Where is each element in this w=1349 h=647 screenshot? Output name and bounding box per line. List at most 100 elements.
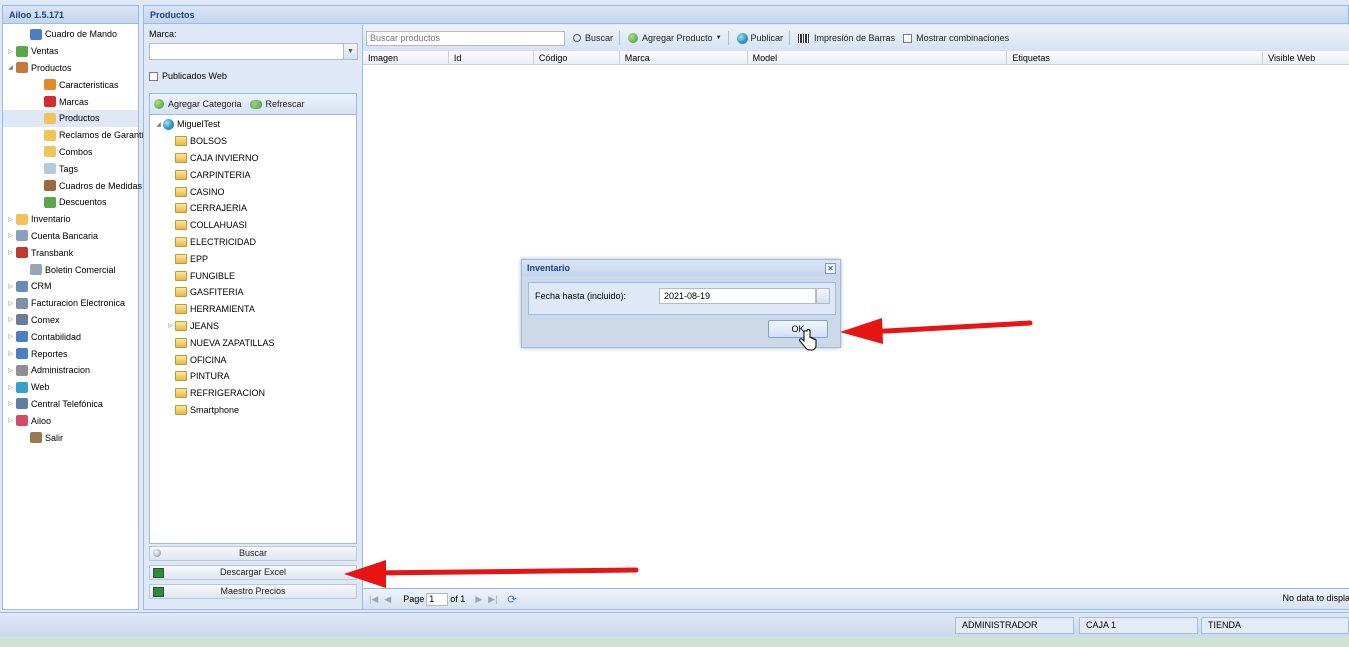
column-header-visible-web[interactable]: Visible Web [1263, 51, 1349, 64]
category-item[interactable]: CERRAJERIA [150, 200, 356, 217]
descargar-excel-button[interactable]: Descargar Excel [149, 565, 357, 580]
next-page-icon[interactable]: ▶ [475, 594, 482, 605]
column-header-imagen[interactable]: Imagen [363, 51, 449, 64]
chevron-down-icon[interactable]: ▼ [343, 44, 357, 59]
nav-item-combos[interactable]: Combos [3, 144, 138, 161]
nav-item-productos[interactable]: Productos [3, 109, 138, 127]
expand-toggle-icon[interactable]: ▷ [166, 322, 175, 329]
calendar-icon[interactable] [816, 288, 830, 304]
column-header-codigo[interactable]: Código [534, 51, 620, 64]
buscar-button[interactable]: Buscar [149, 546, 357, 561]
ok-button[interactable]: OK [768, 320, 828, 338]
expand-toggle-icon[interactable]: ▷ [6, 400, 15, 407]
expand-toggle-icon[interactable]: ▷ [6, 300, 15, 307]
category-item[interactable]: Smartphone [150, 402, 356, 419]
nav-item-ailoo[interactable]: ▷ Ailoo [3, 412, 138, 429]
fecha-hasta-input[interactable]: 2021-08-19 [659, 288, 816, 304]
expand-toggle-icon[interactable]: ◢ [154, 121, 163, 128]
expand-toggle-icon[interactable]: ▷ [6, 232, 15, 239]
expand-toggle-icon[interactable]: ▷ [6, 48, 15, 55]
nav-item-boletin-comercial[interactable]: Boletin Comercial [3, 261, 138, 278]
expand-toggle-icon[interactable]: ▷ [6, 417, 15, 424]
expand-toggle-icon[interactable]: ▷ [6, 283, 15, 290]
nav-item-tags[interactable]: Tags [3, 160, 138, 177]
last-page-icon[interactable]: ▶| [488, 594, 497, 605]
nav-item-web[interactable]: ▷ Web [3, 379, 138, 396]
search-input[interactable] [366, 30, 565, 46]
category-label: JEANS [190, 320, 220, 331]
category-item[interactable]: CARPINTERIA [150, 166, 356, 183]
category-item[interactable]: ELECTRICIDAD [150, 234, 356, 251]
category-item[interactable]: EPP [150, 250, 356, 267]
nav-item-reclamos-de-garant-a[interactable]: Reclamos de Garantía [3, 127, 149, 144]
publicados-web-row[interactable]: Publicados Web [149, 71, 227, 82]
search-icon [153, 549, 161, 557]
column-header-id[interactable]: Id [449, 51, 534, 64]
expand-toggle-icon[interactable]: ◢ [6, 64, 15, 71]
nav-item-label: Reclamos de Garantía [59, 130, 150, 141]
refresh-icon[interactable]: ⟳ [507, 593, 516, 606]
nav-item-comex[interactable]: ▷ Comex [3, 312, 138, 329]
category-root[interactable]: ◢ MiguelTest [150, 116, 356, 133]
nav-item-label: Administracion [31, 365, 91, 376]
column-header-etiquetas[interactable]: Etiquetas [1007, 51, 1264, 64]
nav-item-inventario[interactable]: ▷ Inventario [3, 211, 138, 228]
nav-item-cuadro-de-mando[interactable]: Cuadro de Mando [3, 26, 138, 43]
refresh-button[interactable]: Refrescar [249, 99, 305, 109]
first-page-icon[interactable]: |◀ [369, 594, 378, 605]
nav-item-crm[interactable]: ▷ CRM [3, 278, 138, 295]
nav-item-contabilidad[interactable]: ▷ Contabilidad [3, 328, 138, 345]
close-icon[interactable]: ✕ [825, 263, 836, 274]
nav-item-administracion[interactable]: ▷ Administracion [3, 362, 138, 379]
add-product-button[interactable]: Agregar Producto ▼ [628, 33, 722, 43]
nav-item-productos[interactable]: ◢ Productos [3, 60, 138, 77]
category-item[interactable]: OFICINA [150, 351, 356, 368]
category-item[interactable]: PINTURA [150, 368, 356, 385]
expand-toggle-icon[interactable]: ▷ [6, 216, 15, 223]
mostrar-combinaciones-row[interactable]: Mostrar combinaciones [903, 33, 1009, 43]
add-category-button[interactable]: Agregar Categoria [154, 99, 242, 109]
category-item[interactable]: HERRAMIENTA [150, 301, 356, 318]
maestro-precios-button[interactable]: Maestro Precios [149, 584, 357, 599]
folder-icon [44, 129, 56, 141]
nav-item-caracteristicas[interactable]: Caracteristicas [3, 76, 138, 93]
nav-item-salir[interactable]: Salir [3, 429, 138, 446]
nav-item-label: Central Telefónica [31, 398, 103, 409]
nav-item-facturacion-electronica[interactable]: ▷ Facturacion Electronica [3, 295, 138, 312]
expand-toggle-icon[interactable]: ▷ [6, 350, 15, 357]
impresion-barras-button[interactable]: Impresión de Barras [798, 33, 895, 43]
publicar-button[interactable]: Publicar [736, 32, 783, 44]
nav-item-central-telef-nica[interactable]: ▷ Central Telefónica [3, 396, 138, 413]
grid-search-button[interactable]: Buscar [573, 33, 613, 43]
navigation-panel: Ailoo 1.5.171 Cuadro de Mando ▷ Ventas ◢ Pro… [2, 5, 149, 610]
nav-item-cuadros-de-medidas[interactable]: Cuadros de Medidas [3, 177, 142, 194]
nav-item-marcas[interactable]: Marcas [3, 93, 138, 110]
category-item[interactable]: BOLSOS [150, 133, 356, 150]
page-number-input[interactable] [426, 592, 449, 606]
marca-combobox[interactable]: ▼ [149, 43, 358, 60]
publicados-web-checkbox[interactable] [149, 72, 158, 82]
expand-toggle-icon[interactable]: ▷ [6, 367, 15, 374]
expand-toggle-icon[interactable]: ▷ [6, 384, 15, 391]
invoice-icon [16, 297, 28, 309]
category-item[interactable]: CAJA INVIERNO [150, 150, 356, 167]
prev-page-icon[interactable]: ◀ [384, 594, 391, 605]
category-item[interactable]: CASINO [150, 183, 356, 200]
category-item[interactable]: FUNGIBLE [150, 267, 356, 284]
category-item[interactable]: ▷ JEANS [150, 318, 356, 335]
nav-item-reportes[interactable]: ▷ Reportes [3, 345, 138, 362]
expand-toggle-icon[interactable]: ▷ [6, 333, 15, 340]
nav-item-descuentos[interactable]: Descuentos [3, 194, 138, 211]
nav-item-transbank[interactable]: ▷ Transbank [3, 244, 138, 261]
category-item[interactable]: GASFITERIA [150, 284, 356, 301]
column-header-model[interactable]: Model [748, 51, 1008, 64]
category-item[interactable]: NUEVA ZAPATILLAS [150, 334, 356, 351]
category-item[interactable]: REFRIGERACION [150, 385, 356, 402]
nav-item-ventas[interactable]: ▷ Ventas [3, 43, 138, 60]
expand-toggle-icon[interactable]: ▷ [6, 249, 15, 256]
column-header-marca[interactable]: Marca [620, 51, 748, 64]
category-item[interactable]: COLLAHUASI [150, 217, 356, 234]
mostrar-combinaciones-checkbox[interactable] [903, 33, 913, 43]
nav-item-cuenta-bancaria[interactable]: ▷ Cuenta Bancaria [3, 228, 138, 245]
expand-toggle-icon[interactable]: ▷ [6, 316, 15, 323]
